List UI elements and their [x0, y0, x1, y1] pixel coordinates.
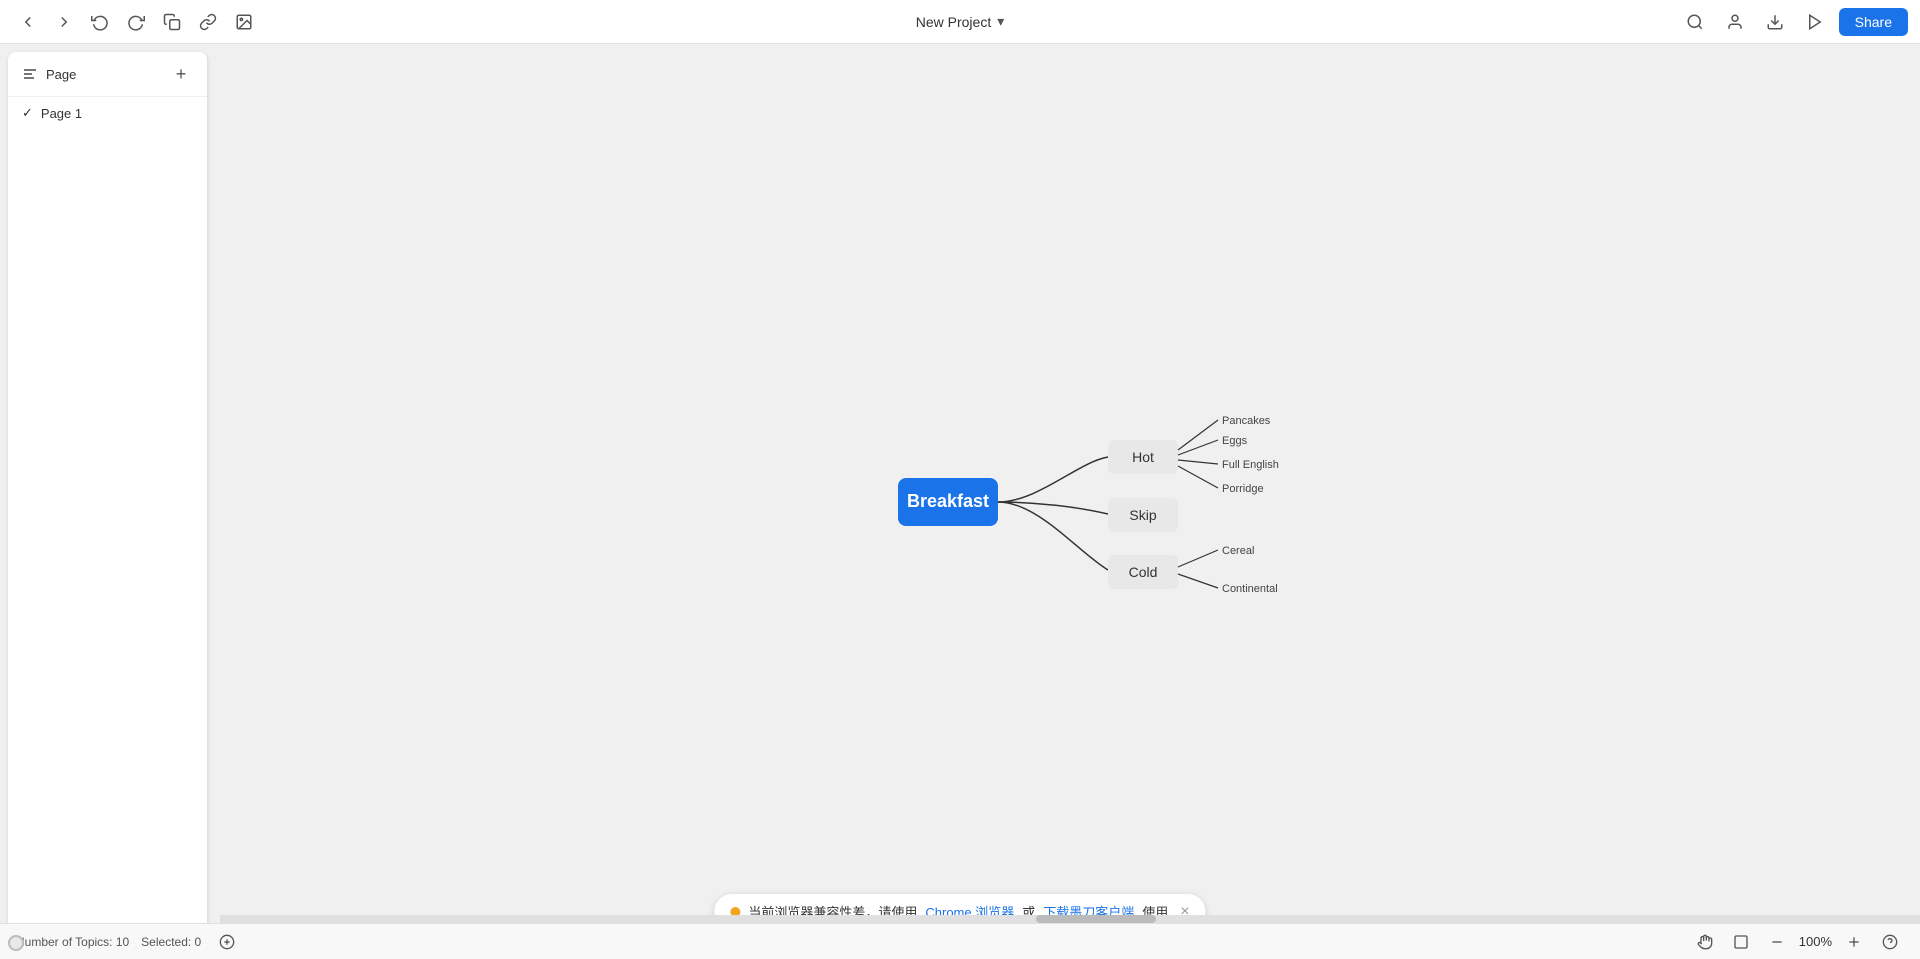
add-page-button[interactable]: +	[169, 62, 193, 86]
sidebar: Page + ✓ Page 1	[8, 52, 208, 951]
search-button[interactable]	[1679, 6, 1711, 38]
share-button[interactable]: Share	[1839, 8, 1908, 36]
sidebar-header: Page +	[8, 52, 207, 97]
forward-button[interactable]	[48, 6, 80, 38]
copy-button[interactable]	[156, 6, 188, 38]
user-button[interactable]	[1719, 6, 1751, 38]
skip-label: Skip	[1129, 507, 1156, 523]
status-bar: Number of Topics: 10 Selected: 0 100%	[0, 923, 1920, 959]
download-button[interactable]	[1759, 6, 1791, 38]
toolbar: New Project ▾ Share	[0, 0, 1920, 44]
branch-to-hot	[998, 457, 1108, 502]
eggs-label: Eggs	[1222, 435, 1248, 447]
hand-tool-button[interactable]	[1691, 928, 1719, 956]
zoom-in-button[interactable]	[1840, 928, 1868, 956]
line-hot-pancakes	[1178, 420, 1218, 450]
node-skip[interactable]: Skip	[1108, 498, 1178, 532]
topics-count: Number of Topics: 10	[16, 935, 129, 949]
line-cold-cereal	[1178, 550, 1218, 567]
bottom-left-indicator	[8, 935, 24, 951]
sidebar-pages-label: Page	[46, 67, 76, 82]
mindmap-container: Hot Pancakes Eggs Full English Porridge …	[216, 44, 1920, 959]
cold-label: Cold	[1129, 564, 1158, 580]
line-cold-continental	[1178, 574, 1218, 588]
node-breakfast[interactable]: Breakfast	[898, 478, 998, 526]
select-tool-button[interactable]	[1727, 928, 1755, 956]
toolbar-right: Share	[1679, 6, 1908, 38]
check-icon: ✓	[22, 105, 33, 121]
node-hot[interactable]: Hot	[1108, 440, 1178, 474]
play-button[interactable]	[1799, 6, 1831, 38]
scroll-bar-horizontal[interactable]	[220, 915, 1920, 923]
sidebar-header-left: Page	[22, 66, 76, 82]
pages-icon	[22, 66, 38, 82]
page-name: Page 1	[41, 106, 82, 121]
line-hot-fullenglish	[1178, 460, 1218, 464]
mindmap-svg: Hot Pancakes Eggs Full English Porridge …	[768, 292, 1368, 712]
sidebar-item-page1[interactable]: ✓ Page 1	[8, 97, 207, 129]
zoom-out-button[interactable]	[1763, 928, 1791, 956]
breakfast-label: Breakfast	[907, 491, 989, 511]
main-layout: Page + ✓ Page 1 Hot	[0, 44, 1920, 959]
undo-button[interactable]	[84, 6, 116, 38]
project-title: New Project	[916, 14, 991, 30]
zoom-level: 100%	[1799, 934, 1832, 949]
back-button[interactable]	[12, 6, 44, 38]
toolbar-center: New Project ▾	[916, 13, 1005, 30]
branch-to-cold	[998, 502, 1108, 570]
pancakes-label: Pancakes	[1222, 415, 1271, 427]
branch-to-skip	[998, 502, 1108, 514]
porridge-label: Porridge	[1222, 483, 1264, 495]
selected-count: Selected: 0	[141, 935, 201, 949]
continental-label: Continental	[1222, 583, 1278, 595]
image-button[interactable]	[228, 6, 260, 38]
node-cold[interactable]: Cold	[1108, 555, 1178, 589]
hot-label: Hot	[1132, 449, 1154, 465]
cereal-label: Cereal	[1222, 545, 1254, 557]
scroll-thumb-horizontal[interactable]	[1036, 915, 1156, 923]
status-right: 100%	[1691, 928, 1904, 956]
dropdown-icon[interactable]: ▾	[997, 13, 1004, 30]
help-button[interactable]	[1876, 928, 1904, 956]
link-button[interactable]	[192, 6, 224, 38]
canvas-area[interactable]: Hot Pancakes Eggs Full English Porridge …	[216, 44, 1920, 959]
line-hot-porridge	[1178, 466, 1218, 488]
line-hot-eggs	[1178, 440, 1218, 455]
fullenglish-label: Full English	[1222, 459, 1279, 471]
toolbar-left	[12, 6, 260, 38]
redo-button[interactable]	[120, 6, 152, 38]
add-topic-button[interactable]	[213, 928, 241, 956]
